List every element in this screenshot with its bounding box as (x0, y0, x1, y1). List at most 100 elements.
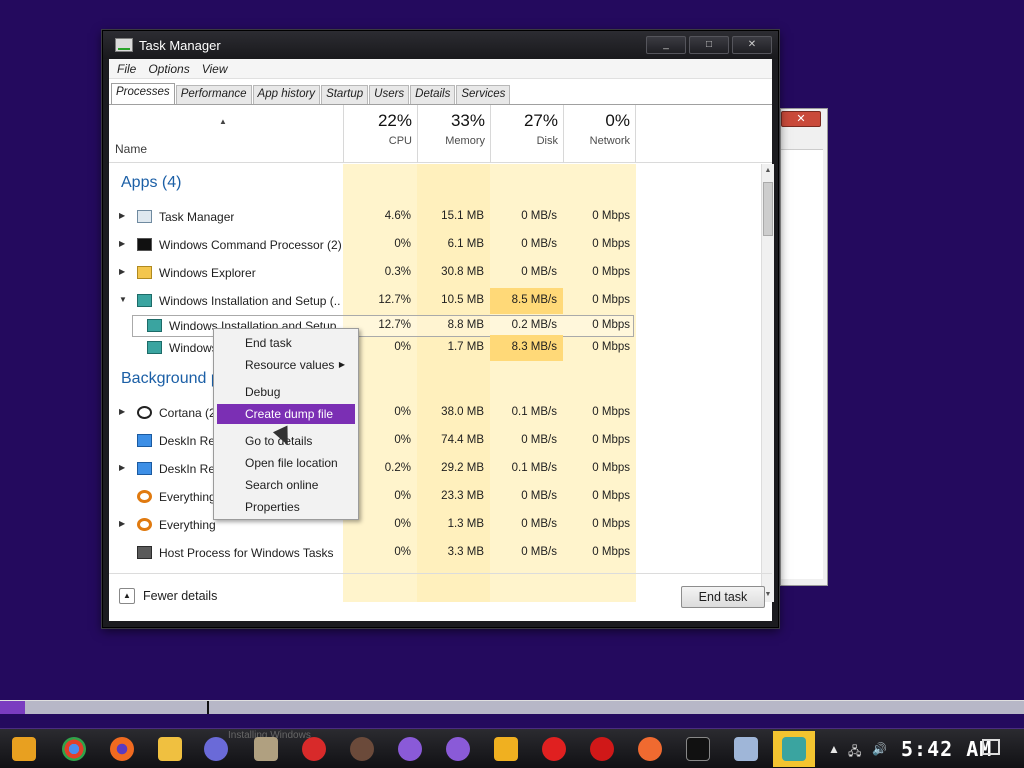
app-radiation-icon[interactable] (542, 737, 566, 761)
process-row[interactable]: Host Process for Windows Tasks 0% 3.3 MB 0 … (109, 540, 761, 566)
app-purple-bird-2-icon[interactable] (446, 737, 470, 761)
taskbar: Installing Windows ▲ 🖧 🔊 5:42 AM (0, 728, 1024, 768)
app-paint-icon[interactable] (638, 737, 662, 761)
task-manager-icon (137, 210, 152, 223)
context-properties[interactable]: Properties (217, 497, 355, 517)
command-prompt-icon[interactable] (686, 737, 710, 761)
process-row[interactable]: Everything 0% 23.3 MB 0 MB/s 0 Mbps (109, 484, 761, 510)
file-explorer-icon[interactable] (158, 737, 182, 761)
notification-icon[interactable] (982, 739, 1000, 755)
vertical-scrollbar[interactable]: ▲ ▼ (761, 164, 774, 602)
tray-overflow-icon[interactable]: ▲ (828, 742, 840, 756)
process-name: Everything (159, 518, 216, 532)
context-debug[interactable]: Debug (217, 382, 355, 402)
scroll-thumb[interactable] (763, 182, 773, 236)
app-person-icon[interactable] (350, 737, 374, 761)
process-row[interactable]: ▼ Windows Installation and Setup (... 12.7… (109, 288, 761, 314)
tab-app-history[interactable]: App history (252, 85, 321, 104)
column-header-network[interactable]: 0% Network (563, 105, 636, 163)
app-portrait-icon[interactable] (254, 737, 278, 761)
expand-arrow-icon[interactable]: ▶ (119, 407, 125, 416)
tab-services[interactable]: Services (456, 85, 511, 104)
process-net-value: 0 Mbps (592, 462, 630, 474)
clock[interactable]: 5:42 AM (901, 737, 992, 761)
host-process-icon (137, 546, 152, 559)
column-header-memory[interactable]: 33% Memory (417, 105, 490, 163)
context-search-online[interactable]: Search online (217, 475, 355, 495)
menu-view[interactable]: View (196, 59, 234, 78)
process-row[interactable]: ▶ Windows Explorer 0.3% 30.8 MB 0 MB/s 0 Mbps (109, 260, 761, 286)
process-cpu-value: 4.6% (384, 210, 411, 222)
setup-icon (147, 319, 162, 332)
app-settings-icon[interactable] (204, 737, 228, 761)
menu-options[interactable]: Options (142, 59, 195, 78)
menu-file[interactable]: File (111, 59, 142, 78)
explorer-icon (137, 266, 152, 279)
context-end-task[interactable]: End task (217, 333, 355, 353)
minimize-button[interactable]: _ (646, 36, 686, 54)
expand-arrow-icon[interactable]: ▶ (119, 211, 125, 220)
column-header-disk[interactable]: 27% Disk (490, 105, 563, 163)
fewer-details-link[interactable]: Fewer details (143, 589, 217, 603)
expand-arrow-icon[interactable]: ▶ (119, 267, 125, 276)
process-name: DeskIn Re (159, 462, 216, 476)
process-row[interactable]: DeskIn Re 0% 74.4 MB 0 MB/s 0 Mbps (109, 428, 761, 454)
process-mem-value: 30.8 MB (441, 266, 484, 278)
expand-arrow-icon[interactable]: ▶ (119, 463, 125, 472)
tab-details[interactable]: Details (410, 85, 456, 104)
network-total: 0% (605, 111, 630, 130)
expand-arrow-icon[interactable]: ▶ (119, 239, 125, 248)
process-disk-value: 8.5 MB/s (490, 288, 563, 314)
context-open-file-location[interactable]: Open file location (217, 453, 355, 473)
task-manager-taskbar-icon[interactable] (734, 737, 758, 761)
group-title-apps: Apps (4) (121, 174, 182, 191)
column-header: ▲ Name 22% CPU 33% Memory 27% Disk 0% Ne… (109, 105, 772, 163)
tab-processes[interactable]: Processes (111, 83, 175, 104)
tab-performance[interactable]: Performance (175, 85, 252, 104)
app-purple-bird-icon[interactable] (398, 737, 422, 761)
process-net-value: 0 Mbps (592, 319, 630, 331)
maximize-button[interactable]: □ (689, 36, 729, 54)
firefox-icon[interactable] (110, 737, 134, 761)
column-header-cpu[interactable]: 22% CPU (343, 105, 417, 163)
background-window-close-button[interactable]: ✕ (781, 111, 821, 127)
app-red-creature-icon[interactable] (302, 737, 326, 761)
chrome-icon[interactable] (62, 737, 86, 761)
close-button[interactable]: ✕ (732, 36, 772, 54)
process-disk-value: 0 MB/s (521, 518, 557, 530)
collapse-arrow-icon[interactable]: ▼ (119, 295, 127, 304)
process-net-value: 0 Mbps (592, 518, 630, 530)
process-mem-value: 3.3 MB (447, 546, 484, 558)
process-row[interactable]: Windows 0% 1.7 MB 8.3 MB/s 0 Mbps (109, 335, 761, 361)
context-resource-values[interactable]: Resource values ▶ (217, 355, 355, 375)
volume-icon[interactable]: 🔊 (872, 742, 887, 756)
process-row[interactable]: ▶ Cortana (2 0% 38.0 MB 0.1 MB/s 0 Mbps (109, 400, 761, 426)
process-net-value: 0 Mbps (592, 294, 630, 306)
process-name: Windows (169, 341, 218, 355)
dev-cpp-icon[interactable] (590, 737, 614, 761)
process-row[interactable]: ▶ DeskIn Re 0.2% 29.2 MB 0.1 MB/s 0 Mbps (109, 456, 761, 482)
context-create-dump-file[interactable]: Create dump file (217, 404, 355, 424)
group-title-background: Background p (121, 370, 220, 387)
scroll-up-icon[interactable]: ▲ (762, 164, 774, 178)
process-row[interactable]: ▶ Windows Command Processor (2) 0% 6.1 MB 0 … (109, 232, 761, 258)
sort-ascending-icon[interactable]: ▲ (219, 117, 227, 126)
submenu-arrow-icon: ▶ (338, 360, 345, 369)
process-row[interactable]: ▶ Everything 0% 1.3 MB 0 MB/s 0 Mbps (109, 512, 761, 538)
collapse-icon[interactable]: ▲ (119, 588, 135, 604)
windows-setup-taskbar-icon[interactable] (782, 737, 806, 761)
process-row[interactable]: ▶ Task Manager 4.6% 15.1 MB 0 MB/s 0 Mbps (109, 204, 761, 230)
process-cpu-value: 0% (394, 238, 411, 250)
start-button-icon[interactable] (12, 737, 36, 761)
process-net-value: 0 Mbps (592, 341, 630, 353)
column-header-name[interactable]: Name (115, 142, 147, 156)
tab-startup[interactable]: Startup (321, 85, 369, 104)
process-disk-value: 0.2 MB/s (511, 319, 557, 331)
title-bar[interactable]: Task Manager _ □ ✕ (103, 31, 778, 59)
tab-users[interactable]: Users (369, 85, 410, 104)
app-yellow-icon[interactable] (494, 737, 518, 761)
network-icon[interactable]: 🖧 (848, 742, 861, 763)
end-task-button[interactable]: End task (681, 586, 765, 608)
expand-arrow-icon[interactable]: ▶ (119, 519, 125, 528)
process-disk-value: 0 MB/s (521, 490, 557, 502)
